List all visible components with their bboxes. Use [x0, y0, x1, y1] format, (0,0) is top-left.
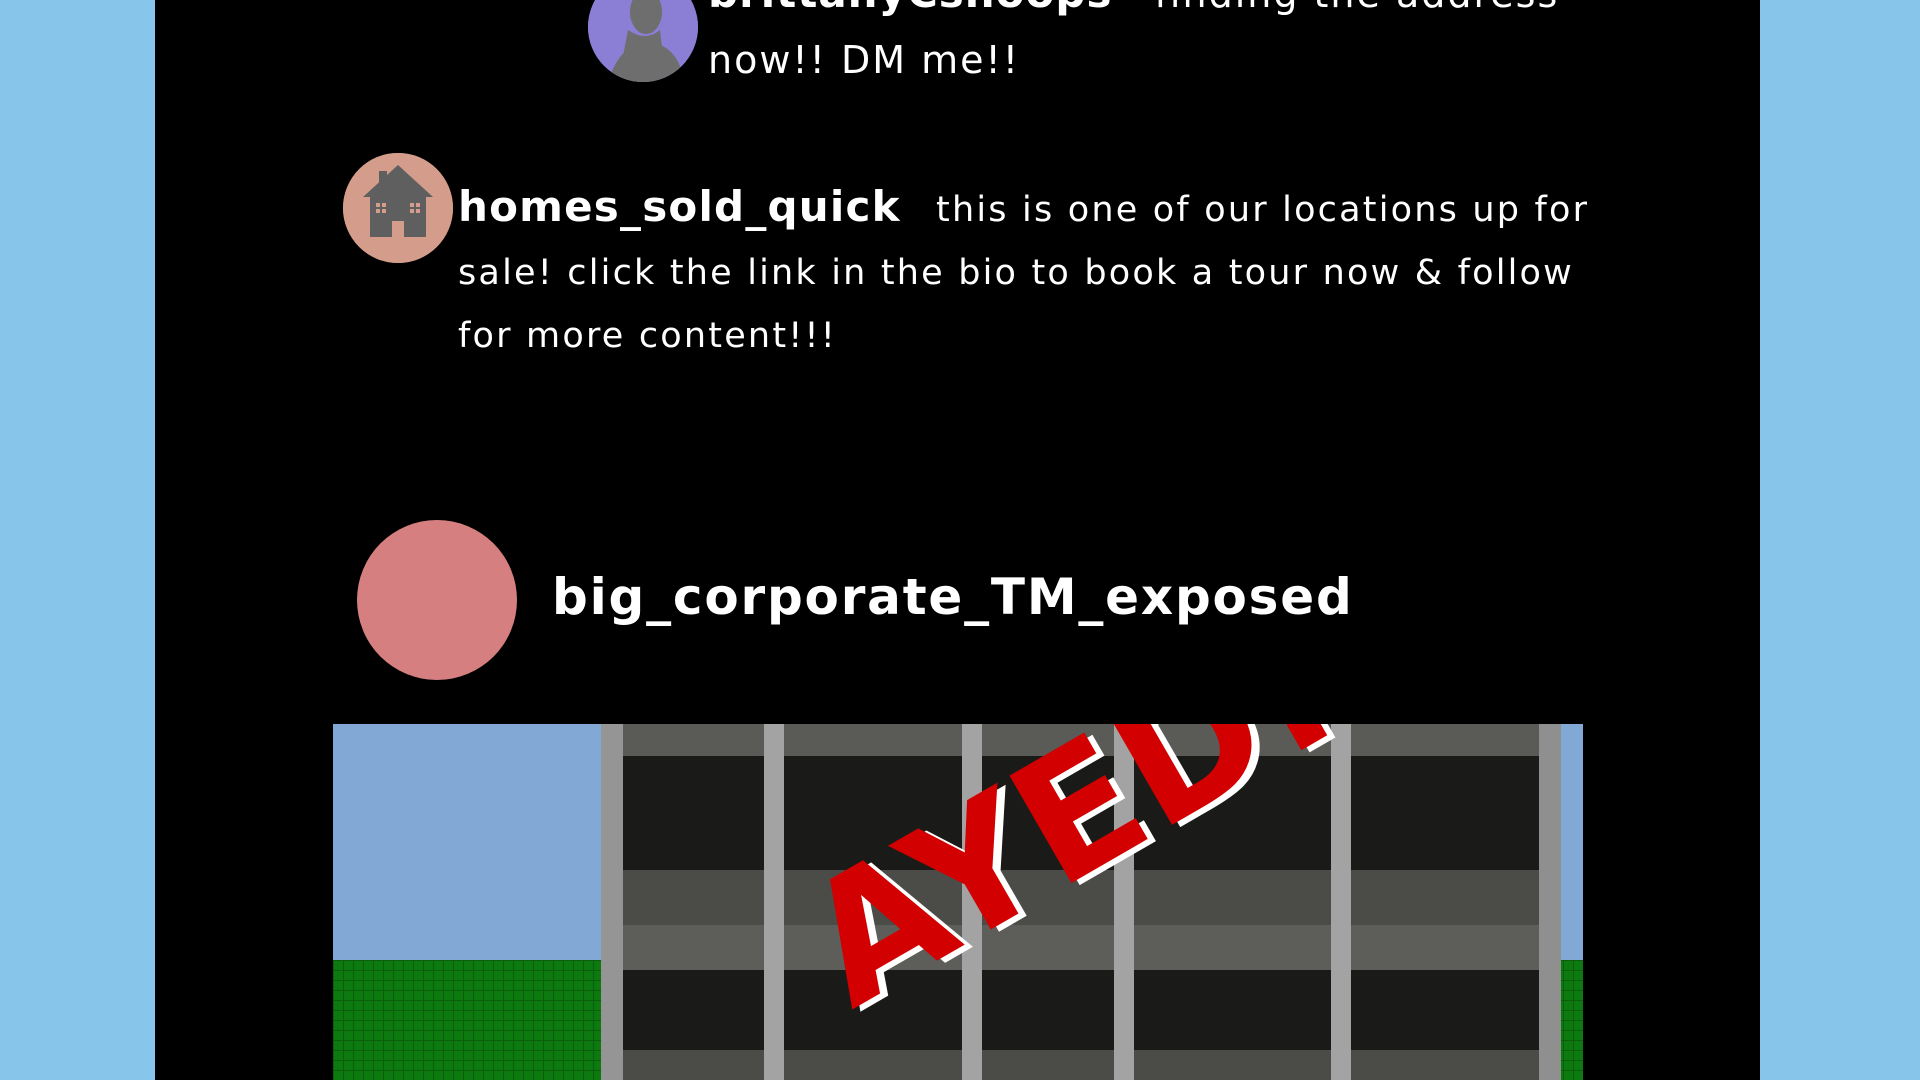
post-author-username[interactable]: big_corporate_TM_exposed: [552, 568, 1354, 626]
house-icon: [343, 153, 453, 263]
building-wall: [1539, 724, 1561, 1080]
comment-avatar[interactable]: [343, 153, 453, 263]
comment-body: brittanyCsnoops finding the address now!…: [708, 0, 1668, 93]
building-ledge: [623, 925, 1539, 970]
comment-body: homes_sold_quick this is one of our loca…: [458, 175, 1598, 368]
comment-username[interactable]: brittanyCsnoops: [708, 0, 1112, 17]
person-silhouette-icon: [588, 0, 698, 82]
post-header: big_corporate_TM_exposed: [357, 520, 1457, 680]
social-feed: brittanyCsnoops finding the address now!…: [155, 0, 1760, 1080]
building-pillar: [764, 724, 784, 1080]
post-author-avatar[interactable]: [357, 520, 517, 680]
comment-avatar[interactable]: [588, 0, 698, 82]
building-wall: [601, 724, 623, 1080]
comment-username[interactable]: homes_sold_quick: [458, 182, 901, 231]
building-ledge: [623, 1050, 1539, 1080]
post-image[interactable]: AYED!: [333, 724, 1583, 1080]
